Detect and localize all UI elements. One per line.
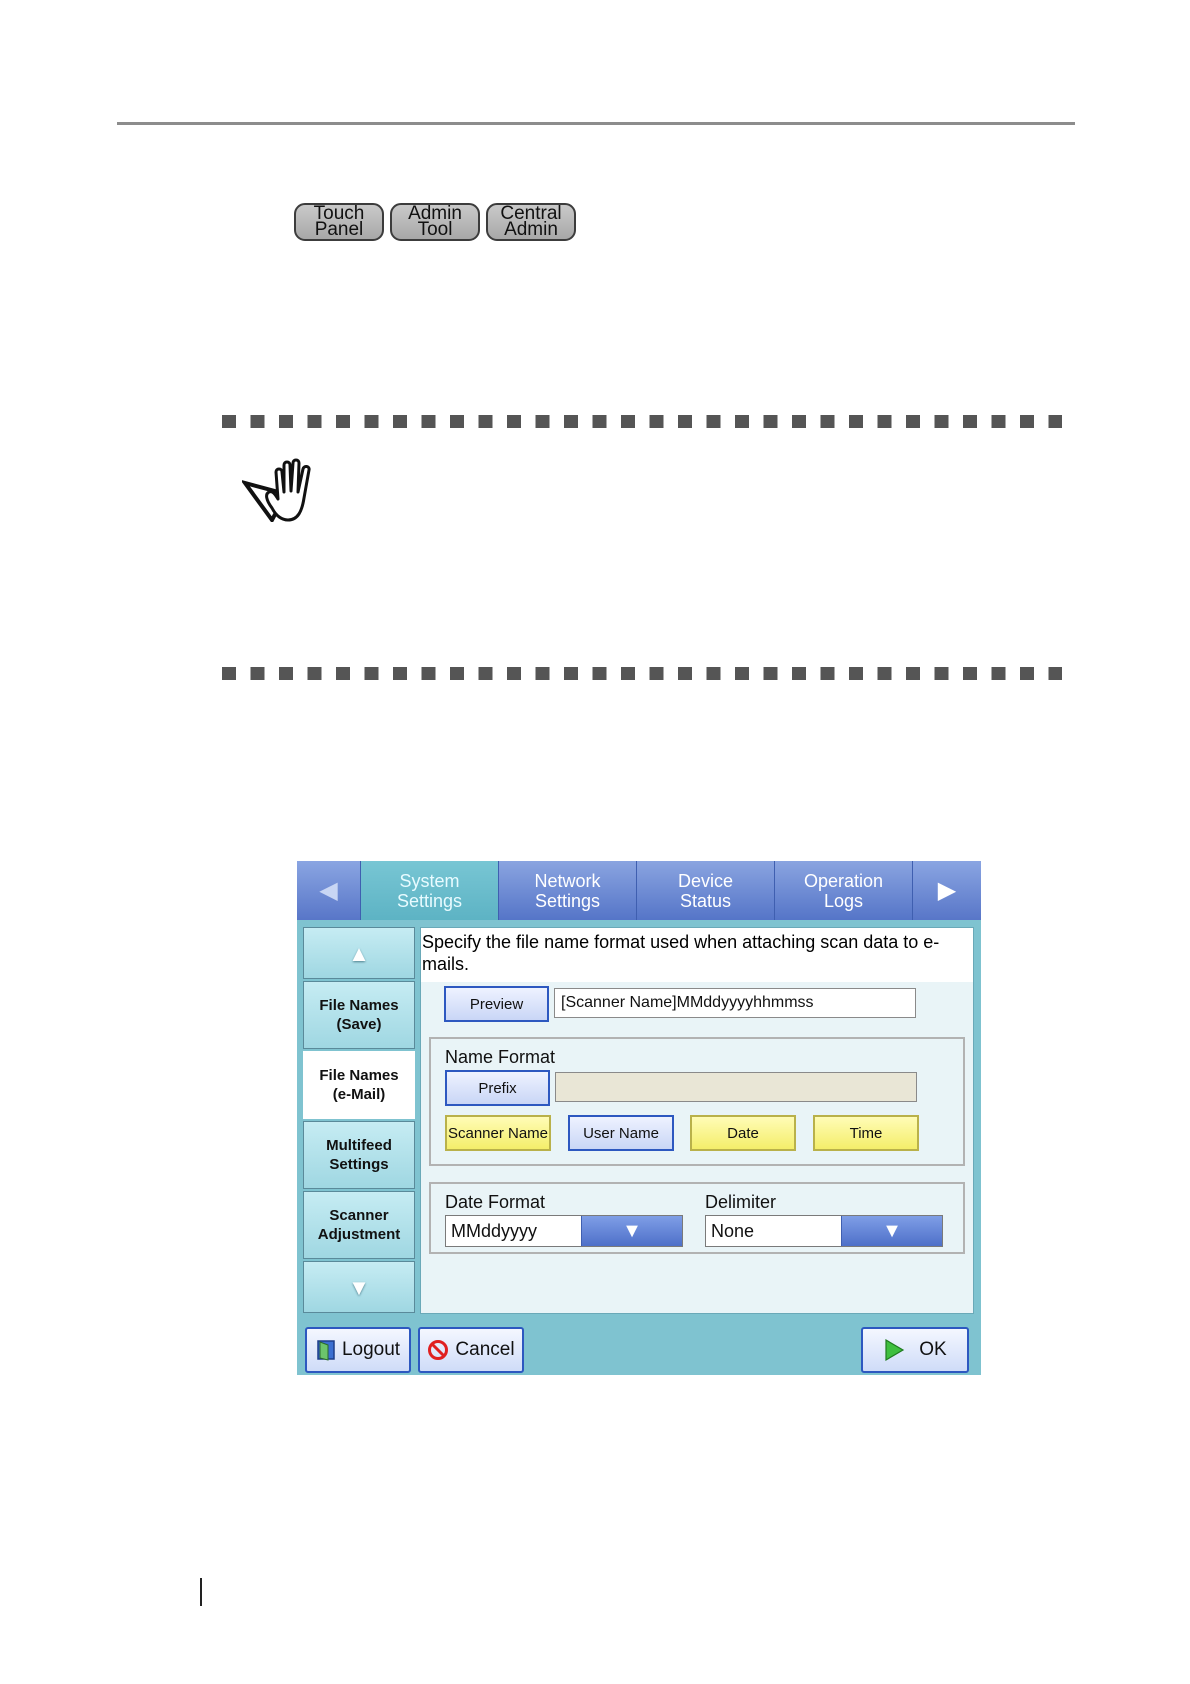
prefix-field[interactable] [555, 1072, 917, 1102]
sidebar-item-multifeed-settings[interactable]: Multifeed Settings [303, 1121, 415, 1189]
sidebar-item-scanner-adjustment[interactable]: Scanner Adjustment [303, 1191, 415, 1259]
badge-admin-tool: Admin Tool [390, 203, 480, 241]
page-margin-marker [200, 1578, 202, 1606]
tab-bar: ◀ System Settings Network Settings Devic… [297, 861, 981, 920]
preview-field: [Scanner Name]MMddyyyyhhmmss [554, 988, 916, 1018]
play-arrow-icon [885, 1338, 905, 1362]
date-format-select[interactable]: MMddyyyy ▼ [445, 1215, 683, 1247]
prefix-button[interactable]: Prefix [445, 1070, 550, 1106]
ok-button[interactable]: OK [861, 1327, 969, 1373]
badge-touch-panel: Touch Panel [294, 203, 384, 241]
badge-central-admin: Central Admin [486, 203, 576, 241]
date-format-dropdown-button[interactable]: ▼ [581, 1216, 682, 1246]
tab-prev-button[interactable]: ◀ [297, 861, 361, 920]
cancel-button[interactable]: Cancel [418, 1327, 524, 1373]
note-border-top [222, 415, 1062, 428]
applicable-tools-badges: Touch Panel Admin Tool Central Admin [294, 203, 576, 241]
date-delimiter-group: Date Format MMddyyyy ▼ Delimiter None ▼ [429, 1182, 965, 1254]
delimiter-label: Delimiter [705, 1192, 777, 1212]
delimiter-select[interactable]: None ▼ [705, 1215, 943, 1247]
name-format-label: Name Format [445, 1047, 556, 1067]
header-rule [117, 122, 1075, 125]
name-format-group: Name Format Prefix Scanner Name User Nam… [429, 1037, 965, 1166]
tab-next-button[interactable]: ▶ [913, 861, 981, 920]
chevron-down-icon: ▼ [882, 1219, 902, 1242]
date-format-value: MMddyyyy [451, 1220, 538, 1241]
logout-button[interactable]: Logout [305, 1327, 411, 1373]
right-arrow-icon: ▶ [937, 877, 957, 904]
panel-description: Specify the file name format used when a… [422, 932, 940, 974]
user-name-button[interactable]: User Name [568, 1115, 674, 1151]
attention-hand-icon [242, 458, 311, 522]
logout-door-icon [317, 1340, 335, 1361]
cancel-icon [428, 1340, 449, 1360]
left-arrow-icon: ◀ [319, 877, 338, 904]
settings-content-panel: Specify the file name format used when a… [420, 927, 974, 1314]
scanner-settings-screen: ◀ System Settings Network Settings Devic… [297, 861, 981, 1375]
preview-button[interactable]: Preview [444, 986, 549, 1022]
time-button[interactable]: Time [813, 1115, 919, 1151]
sidebar-scroll-down-button[interactable]: ▼ [303, 1261, 415, 1313]
sidebar-item-file-names-save[interactable]: File Names (Save) [303, 981, 415, 1049]
tab-system-settings[interactable]: System Settings [361, 861, 499, 920]
delimiter-dropdown-button[interactable]: ▼ [841, 1216, 942, 1246]
tab-device-status[interactable]: Device Status [637, 861, 775, 920]
sidebar-item-file-names-email[interactable]: File Names (e-Mail) [303, 1051, 415, 1119]
tab-network-settings[interactable]: Network Settings [499, 861, 637, 920]
up-arrow-icon: ▲ [348, 940, 370, 966]
chevron-down-icon: ▼ [622, 1219, 642, 1242]
scanner-name-button[interactable]: Scanner Name [445, 1115, 551, 1151]
down-arrow-icon: ▼ [348, 1274, 370, 1300]
delimiter-value: None [711, 1220, 755, 1241]
note-border-bottom [222, 667, 1062, 680]
sidebar-scroll-up-button[interactable]: ▲ [303, 927, 415, 979]
date-button[interactable]: Date [690, 1115, 796, 1151]
tab-operation-logs[interactable]: Operation Logs [775, 861, 913, 920]
date-format-label: Date Format [445, 1192, 546, 1212]
settings-form-area: Preview [Scanner Name]MMddyyyyhhmmss Nam… [421, 982, 973, 1313]
